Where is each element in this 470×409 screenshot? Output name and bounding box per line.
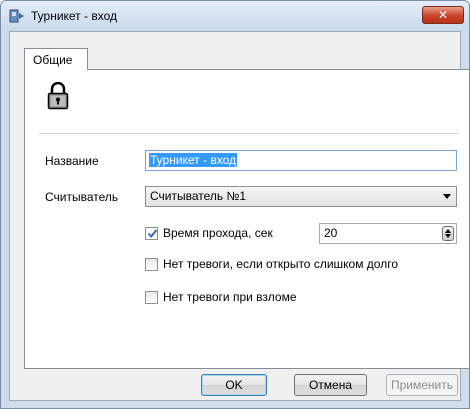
reader-select[interactable]: Считыватель №1 xyxy=(145,186,457,207)
pass-time-stepper[interactable]: 20 xyxy=(319,223,457,244)
tab-general[interactable]: Общие xyxy=(24,48,88,70)
reader-select-value: Считыватель №1 xyxy=(150,189,247,203)
pass-time-value: 20 xyxy=(324,226,338,240)
no-alarm-break-checkbox[interactable] xyxy=(145,291,158,304)
checkmark-icon xyxy=(147,229,158,239)
separator-line xyxy=(39,133,459,134)
dialog-window: Турникет - вход ✕ Общие Название Турнике… xyxy=(0,0,470,409)
spin-down-icon[interactable] xyxy=(445,234,451,238)
pass-time-label: Время прохода, сек xyxy=(163,226,273,240)
reader-label: Считыватель xyxy=(45,190,119,204)
pass-time-checkbox[interactable] xyxy=(145,227,158,240)
name-field[interactable]: Турникет - вход xyxy=(145,150,457,171)
cancel-button[interactable]: Отмена xyxy=(294,374,367,396)
spin-up-icon[interactable] xyxy=(445,229,451,233)
name-field-value: Турникет - вход xyxy=(149,153,237,167)
door-icon xyxy=(9,9,24,23)
ok-button[interactable]: OK xyxy=(201,374,267,396)
chevron-down-icon xyxy=(443,194,451,199)
apply-button[interactable]: Применить xyxy=(386,374,458,396)
spin-buttons[interactable] xyxy=(442,226,454,241)
title-bar[interactable]: Турникет - вход ✕ xyxy=(1,1,469,31)
dialog-client-area: Общие Название Турникет - вход Считывате… xyxy=(9,31,469,401)
lock-icon xyxy=(47,82,69,110)
close-icon: ✕ xyxy=(437,8,449,22)
tab-page-general: Название Турникет - вход Считыватель Счи… xyxy=(24,69,469,369)
window-title: Турникет - вход xyxy=(31,9,117,23)
no-alarm-break-label: Нет тревоги при взломе xyxy=(163,290,297,304)
close-button[interactable]: ✕ xyxy=(422,6,464,24)
no-alarm-open-label: Нет тревоги, если открыто слишком долго xyxy=(163,257,398,271)
name-label: Название xyxy=(45,154,99,168)
no-alarm-open-checkbox[interactable] xyxy=(145,258,158,271)
